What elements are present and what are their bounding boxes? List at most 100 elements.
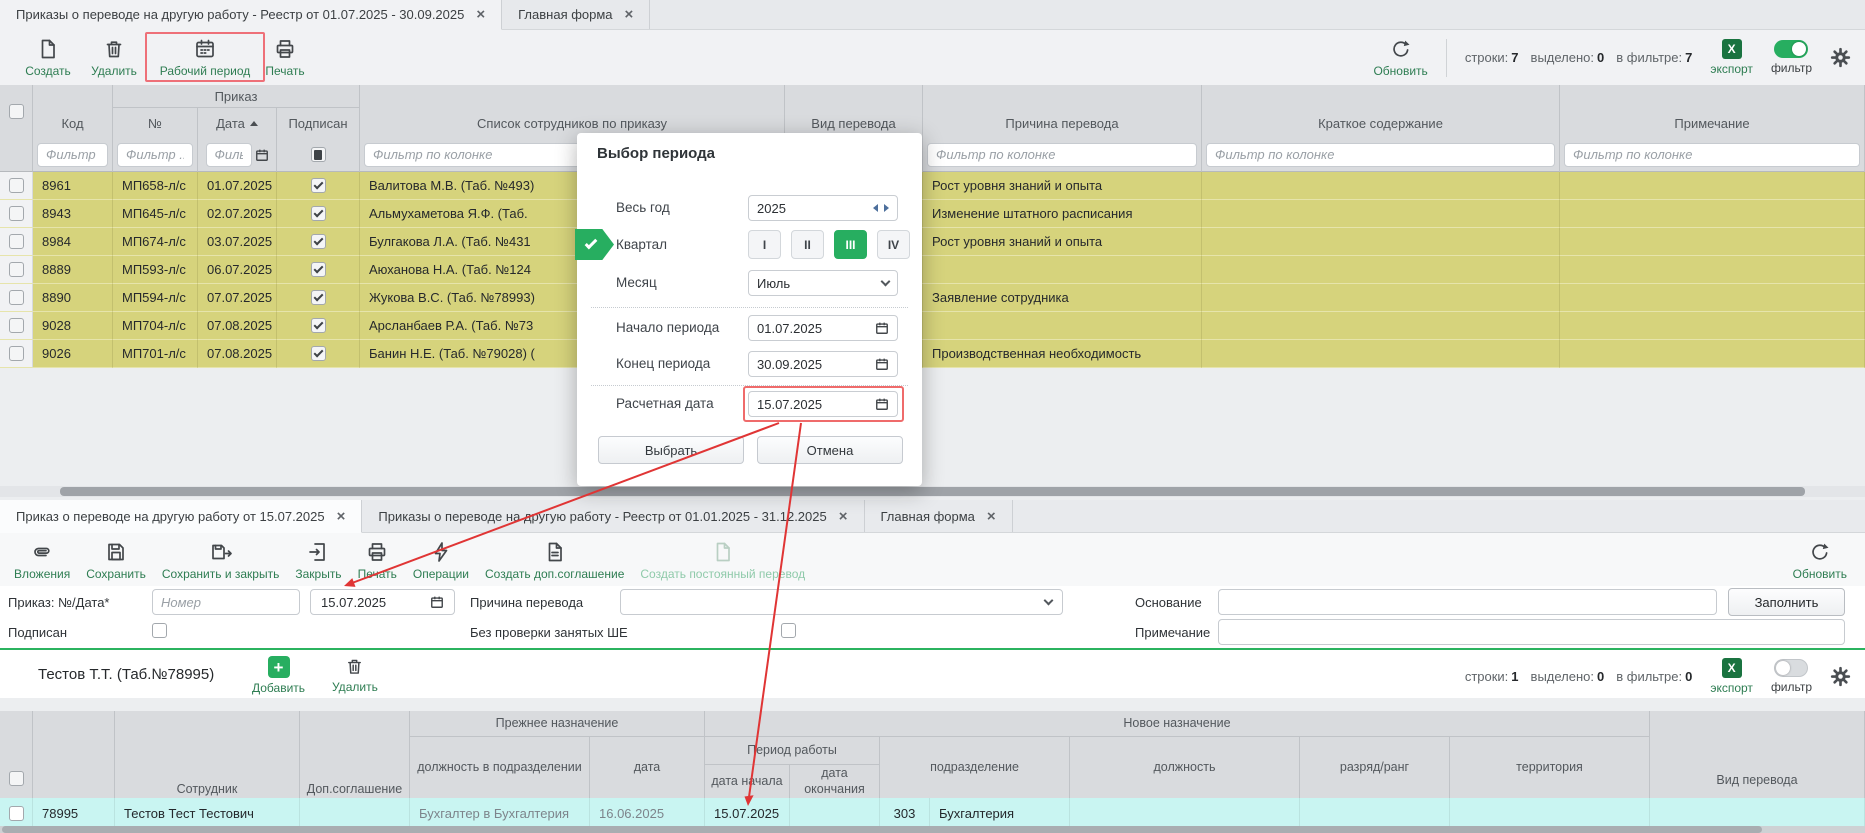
refresh-button[interactable]: Обновить (1373, 37, 1427, 78)
row-checkbox[interactable] (9, 206, 24, 221)
select-all-checkbox[interactable] (9, 771, 24, 786)
tab-main-form-bottom[interactable]: Главная форма × (865, 500, 1013, 532)
close-icon[interactable]: × (625, 6, 634, 23)
row-checkbox-cell[interactable] (0, 172, 33, 200)
col-header-prev-date[interactable]: дата (590, 737, 705, 798)
row-checkbox-cell[interactable] (0, 200, 33, 228)
cell-note[interactable] (1560, 312, 1865, 340)
col-header-date[interactable]: Дата (198, 108, 277, 138)
filter-input-summary[interactable] (1206, 143, 1555, 167)
cell-num[interactable]: МП674-л/с (113, 228, 198, 256)
quarter-1-button[interactable]: I (748, 230, 781, 259)
print-order-button[interactable]: Печать (358, 540, 397, 581)
row-checkbox[interactable] (9, 178, 24, 193)
cell-code[interactable]: 9026 (33, 340, 113, 368)
col-header-signed[interactable]: Подписан (277, 108, 360, 138)
delete-row-button[interactable]: Удалить (332, 656, 378, 694)
save-button[interactable]: Сохранить (86, 540, 146, 581)
col-header-transfer-type[interactable]: Вид перевода (1650, 711, 1865, 798)
calc-date-input[interactable]: 15.07.2025 (748, 391, 898, 417)
top-horizontal-scrollbar[interactable] (0, 486, 1865, 497)
cell-summary[interactable] (1202, 228, 1560, 256)
signed-checkbox-checked[interactable] (311, 262, 326, 277)
cell-code[interactable]: 8961 (33, 172, 113, 200)
cell-summary[interactable] (1202, 172, 1560, 200)
cell-signed[interactable] (277, 312, 360, 340)
row-checkbox[interactable] (9, 234, 24, 249)
signed-checkbox-checked[interactable] (311, 346, 326, 361)
order-number-input[interactable] (152, 589, 300, 615)
cell-num[interactable]: МП701-л/с (113, 340, 198, 368)
cell-num[interactable]: МП658-л/с (113, 172, 198, 200)
cell-note[interactable] (1560, 228, 1865, 256)
select-button[interactable]: Выбрать (598, 436, 744, 464)
col-header-department[interactable]: подразделение (880, 737, 1070, 798)
cell-date[interactable]: 02.07.2025 (198, 200, 277, 228)
cancel-button[interactable]: Отмена (757, 436, 903, 464)
cell-signed[interactable] (277, 284, 360, 312)
filter-input-num[interactable] (117, 143, 193, 167)
filter-input-code[interactable] (37, 143, 108, 167)
transfer-reason-select[interactable] (620, 589, 1063, 615)
cell-summary[interactable] (1202, 200, 1560, 228)
cell-reason[interactable]: Заявление сотрудника (923, 284, 1202, 312)
settings-gear-icon[interactable] (1830, 666, 1851, 687)
close-icon[interactable]: × (987, 508, 996, 525)
toggle-on[interactable] (1774, 40, 1808, 58)
add-row-button[interactable]: + Добавить (252, 656, 305, 695)
basis-input[interactable] (1218, 589, 1717, 615)
cell-code[interactable]: 8984 (33, 228, 113, 256)
tab-main-form-top[interactable]: Главная форма × (502, 0, 650, 29)
cell-summary[interactable] (1202, 256, 1560, 284)
calendar-icon[interactable] (875, 397, 889, 411)
row-checkbox[interactable] (9, 318, 24, 333)
row-checkbox-cell[interactable] (0, 284, 33, 312)
tab-transfer-order[interactable]: Приказ о переводе на другую работу от 15… (0, 500, 362, 533)
cell-code[interactable]: 8889 (33, 256, 113, 284)
close-icon[interactable]: × (337, 508, 346, 525)
cell-signed[interactable] (277, 200, 360, 228)
cell-date[interactable]: 01.07.2025 (198, 172, 277, 200)
row-checkbox[interactable] (9, 262, 24, 277)
cell-date[interactable]: 06.07.2025 (198, 256, 277, 284)
work-period-button[interactable]: Рабочий период (155, 37, 255, 78)
select-all-checkbox[interactable] (9, 104, 24, 119)
col-header-end-date[interactable]: дата окончания (790, 765, 880, 798)
cell-num[interactable]: МП593-л/с (113, 256, 198, 284)
cell-reason[interactable]: Рост уровня знаний и опыта (923, 172, 1202, 200)
cell-date[interactable]: 07.08.2025 (198, 312, 277, 340)
next-year-icon[interactable] (884, 204, 889, 212)
cell-num[interactable]: МП704-л/с (113, 312, 198, 340)
col-header-territory[interactable]: территория (1450, 737, 1650, 798)
col-header-agreement[interactable]: Доп.соглашение (300, 711, 410, 798)
tab-registry-year[interactable]: Приказы о переводе на другую работу - Ре… (362, 500, 864, 532)
cell-reason[interactable]: Производственная необходимость (923, 340, 1202, 368)
cell-reason[interactable] (923, 256, 1202, 284)
col-header-reason[interactable]: Причина перевода (923, 85, 1202, 138)
close-button[interactable]: Закрыть (295, 540, 341, 581)
row-checkbox[interactable] (9, 290, 24, 305)
tab-registry-q3[interactable]: Приказы о переводе на другую работу - Ре… (0, 0, 502, 30)
note-input[interactable] (1218, 619, 1845, 645)
signed-checkbox-checked[interactable] (311, 290, 326, 305)
operations-button[interactable]: Операции (413, 540, 469, 581)
signed-checkbox-checked[interactable] (311, 178, 326, 193)
filter-input-date[interactable] (206, 143, 252, 167)
cell-note[interactable] (1560, 172, 1865, 200)
scrollbar-thumb[interactable] (2, 826, 1762, 833)
col-header-prev-position[interactable]: должность в подразделении (410, 737, 590, 798)
col-header-grade[interactable]: разряд/ранг (1300, 737, 1450, 798)
quarter-4-button[interactable]: IV (877, 230, 910, 259)
prev-year-icon[interactable] (873, 204, 878, 212)
cell-reason[interactable] (923, 312, 1202, 340)
row-checkbox-cell[interactable] (0, 312, 33, 340)
cell-signed[interactable] (277, 228, 360, 256)
print-button[interactable]: Печать (258, 37, 312, 78)
cell-note[interactable] (1560, 284, 1865, 312)
order-date-input[interactable]: 15.07.2025 (310, 589, 455, 615)
month-select[interactable]: Июль (748, 270, 898, 296)
create-button[interactable]: Создать (23, 37, 73, 78)
cell-code[interactable]: 8890 (33, 284, 113, 312)
col-header-code[interactable]: Код (33, 85, 113, 138)
col-header-note[interactable]: Примечание (1560, 85, 1865, 138)
